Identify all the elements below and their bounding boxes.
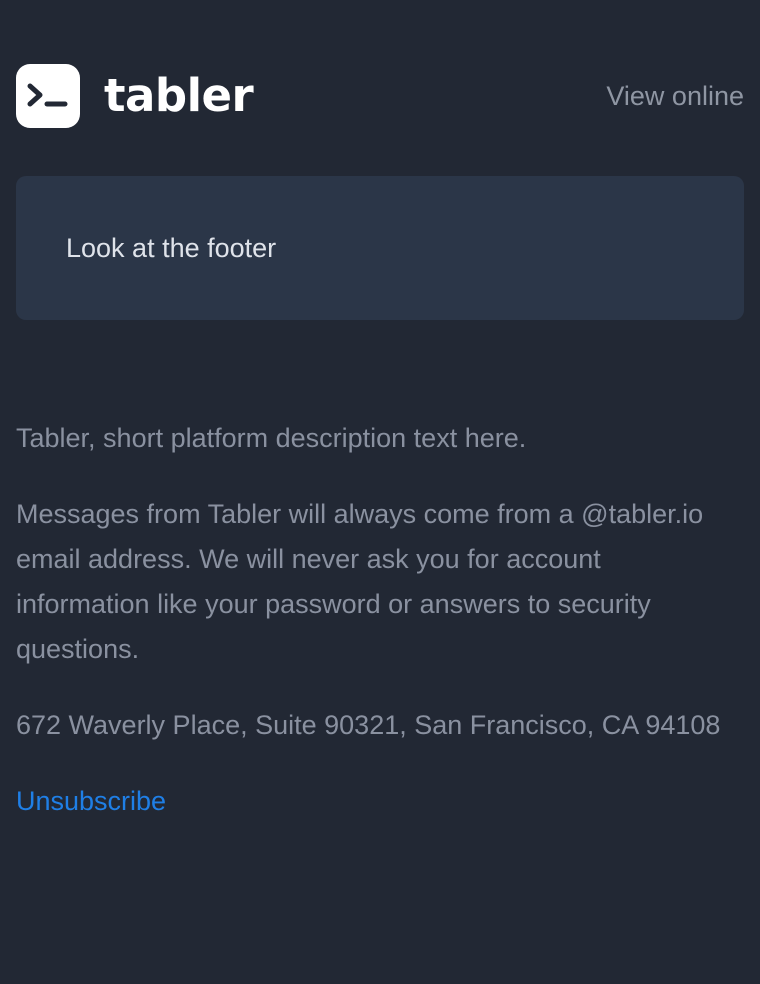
email-footer: Tabler, short platform description text …: [16, 416, 736, 855]
message-text: Look at the footer: [66, 233, 277, 263]
message-card: Look at the footer: [16, 176, 744, 320]
security-notice: Messages from Tabler will always come fr…: [16, 499, 704, 664]
postal-address: 672 Waverly Place, Suite 90321, San Fran…: [16, 710, 721, 740]
view-online-link[interactable]: View online: [606, 80, 744, 112]
terminal-prompt-icon: [27, 83, 68, 107]
platform-description: Tabler, short platform description text …: [16, 423, 527, 453]
brand-name: tabler: [104, 69, 254, 122]
brand-logo: [16, 64, 80, 128]
email-header: tabler View online: [16, 64, 744, 128]
unsubscribe-link[interactable]: Unsubscribe: [16, 786, 166, 816]
